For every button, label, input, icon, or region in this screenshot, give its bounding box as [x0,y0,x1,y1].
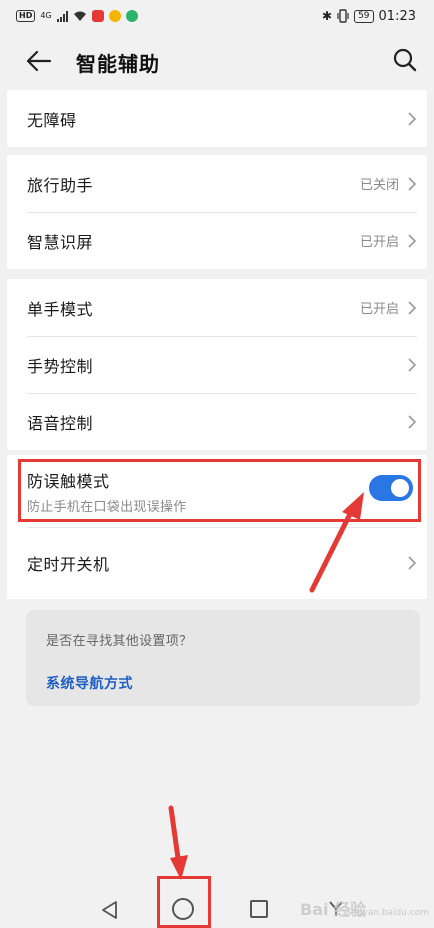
bluetooth-icon: ✱ [322,9,333,23]
navigation-mode-link[interactable]: 系统导航方式 [46,673,400,693]
app-header: 智能辅助 [0,32,434,90]
setting-row-one-hand-mode[interactable]: 单手模式 已开启 [7,279,427,336]
chevron-right-icon [408,357,417,372]
accidental-touch-toggle[interactable] [369,475,413,501]
page-title: 智能辅助 [76,52,160,76]
setting-label: 单手模式 [27,299,94,319]
wifi-icon [73,11,86,21]
setting-row-accessibility[interactable]: 无障碍 [7,90,427,147]
setting-row-scheduled-power[interactable]: 定时开关机 [7,527,427,599]
setting-status: 已开启 [359,235,399,250]
settings-card-4: 防误触模式 防止手机在口袋出现误操作 定时开关机 [7,455,427,599]
search-icon[interactable] [392,47,418,73]
chevron-right-icon [408,300,417,315]
nav-recents-icon[interactable] [250,900,268,918]
status-bar: HD 4G ✱ 59 01:23 [0,0,434,32]
hd-badge: HD [16,10,36,22]
chevron-right-icon [408,176,417,191]
setting-label: 手势控制 [27,356,94,376]
settings-card-1: 无障碍 [7,90,427,147]
signal-icon [56,10,68,22]
battery-icon: 59 [354,9,374,23]
nav-back-icon[interactable] [100,900,120,920]
network-type: 4G [40,11,52,20]
arrow-left-icon[interactable] [26,50,52,72]
toggle-label: 防误触模式 [27,471,110,491]
setting-status: 已关闭 [359,178,399,193]
toggle-description: 防止手机在口袋出现误操作 [27,499,187,515]
suggestion-box: 是否在寻找其他设置项？ 系统导航方式 [26,610,420,706]
settings-card-2: 旅行助手 已关闭 智慧识屏 已开启 [7,155,427,269]
setting-label: 旅行助手 [27,175,94,195]
setting-row-accidental-touch[interactable]: 防误触模式 防止手机在口袋出现误操作 [7,455,427,527]
setting-row-gesture-control[interactable]: 手势控制 [7,336,427,393]
setting-label: 定时开关机 [27,555,110,574]
suggestion-title: 是否在寻找其他设置项？ [46,634,193,649]
setting-status: 已开启 [359,302,399,317]
settings-card-3: 单手模式 已开启 手势控制 语音控制 [7,279,427,450]
setting-label: 智慧识屏 [27,232,94,252]
toggle-knob [391,479,409,497]
setting-label: 语音控制 [27,413,94,433]
app-notification-icon-2 [108,10,121,22]
chevron-right-icon [408,233,417,248]
app-notification-icon-1 [91,10,104,22]
setting-row-smart-screen[interactable]: 智慧识屏 已开启 [7,212,427,269]
nav-home-icon[interactable] [172,898,194,920]
vibrate-icon [337,9,349,23]
chevron-right-icon [408,414,417,429]
watermark-url: jingyan.baidu.com [346,908,430,918]
clock: 01:23 [378,8,416,24]
chevron-right-icon [408,111,417,126]
app-notification-icon-3 [125,10,138,22]
setting-row-voice-control[interactable]: 语音控制 [7,393,427,450]
chevron-right-icon [408,556,417,570]
setting-row-travel-assistant[interactable]: 旅行助手 已关闭 [7,155,427,212]
setting-label: 无障碍 [27,110,77,130]
annotation-arrow-home [168,805,188,880]
